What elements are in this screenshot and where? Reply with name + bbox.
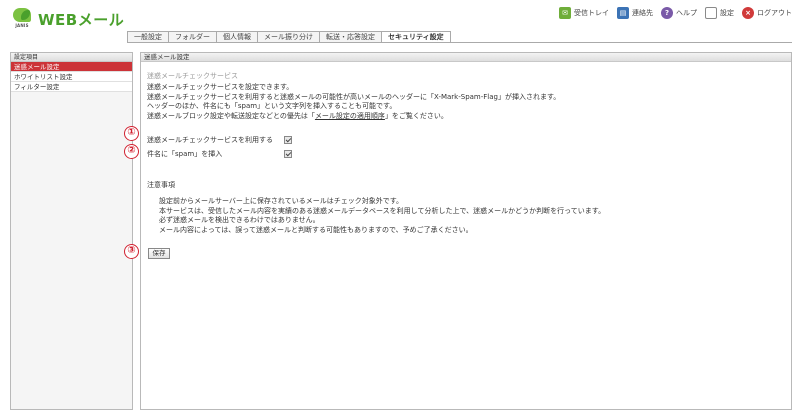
notes-title: 注意事項	[147, 181, 175, 189]
toolbar-help-button[interactable]: ? ヘルプ	[661, 7, 697, 19]
page-title: 迷惑メール設定	[141, 53, 791, 62]
callout-marker: ②	[124, 144, 139, 159]
sidebar-title: 設定項目	[11, 53, 132, 62]
main-panel: 迷惑メール設定 迷惑メールチェックサービス 迷惑メールチェックサービスを設定でき…	[140, 52, 792, 410]
spam-subject-label: 件名に「spam」を挿入	[147, 150, 223, 158]
settings-icon	[705, 7, 717, 19]
tab-divider	[127, 42, 792, 43]
note-line: 必ず迷惑メールを検出できるわけではありません。	[159, 216, 320, 224]
spam-check-label: 迷惑メールチェックサービスを利用する	[147, 136, 273, 144]
app-title: WEBメール	[38, 10, 125, 29]
callout-marker: ③	[124, 244, 139, 259]
janis-logo-icon: JANIS	[12, 8, 32, 30]
toolbar-contacts-button[interactable]: ▤ 連絡先	[617, 7, 653, 19]
top-toolbar: ✉ 受信トレイ ▤ 連絡先 ? ヘルプ 設定 × ログアウト	[551, 7, 792, 19]
description-block: 迷惑メールチェックサービス 迷惑メールチェックサービスを設定できます。 迷惑メー…	[147, 71, 785, 121]
toolbar-inbox-button[interactable]: ✉ 受信トレイ	[559, 7, 609, 19]
description-line: 迷惑メールチェックサービスを利用すると迷惑メールの可能性が高いメールのヘッダーに…	[147, 92, 561, 101]
save-button[interactable]: 保存	[148, 248, 170, 259]
section-title: 迷惑メールチェックサービス	[147, 72, 238, 80]
sidebar-item-filter[interactable]: フィルター設定	[11, 82, 132, 92]
app-logo: JANIS WEBメール	[12, 8, 124, 30]
description-line: 迷惑メールチェックサービスを設定できます。	[147, 83, 294, 91]
logout-icon: ×	[742, 7, 754, 19]
contacts-icon: ▤	[617, 7, 629, 19]
note-line: メール内容によっては、誤って迷惑メールと判断する可能性もありますので、予めご了承…	[159, 225, 473, 234]
note-line: 本サービスは、受信したメール内容を実績のある迷惑メールデータベースを利用して分析…	[159, 206, 606, 215]
option-row-spam-check: 迷惑メールチェックサービスを利用する	[147, 135, 292, 145]
note-line: 設定前からメールサーバー上に保存されているメールはチェック対象外です。	[159, 197, 404, 205]
help-icon: ?	[661, 7, 673, 19]
toolbar-logout-button[interactable]: × ログアウト	[742, 7, 792, 19]
sidebar-item-whitelist[interactable]: ホワイトリスト設定	[11, 72, 132, 82]
spam-check-checkbox[interactable]	[284, 136, 292, 144]
sidebar-item-spam-settings[interactable]: 迷惑メール設定	[11, 62, 132, 72]
inbox-icon: ✉	[559, 7, 571, 19]
description-line: ヘッダーのほか、件名にも「spam」という文字列を挿入することも可能です。	[147, 102, 397, 110]
callout-marker: ①	[124, 126, 139, 141]
description-line: 迷惑メールブロック設定や転送設定などとの優先は「メール設定の適用順序」をご覧くだ…	[147, 111, 448, 120]
notes-list: 設定前からメールサーバー上に保存されているメールはチェック対象外です。 本サービ…	[159, 197, 605, 235]
option-row-spam-subject: 件名に「spam」を挿入	[147, 149, 292, 159]
settings-sidebar: 設定項目 迷惑メール設定 ホワイトリスト設定 フィルター設定	[10, 52, 133, 410]
toolbar-settings-button[interactable]: 設定	[705, 7, 734, 19]
spam-subject-checkbox[interactable]	[284, 150, 292, 158]
apply-order-link[interactable]: メール設定の適用順序	[315, 112, 385, 120]
